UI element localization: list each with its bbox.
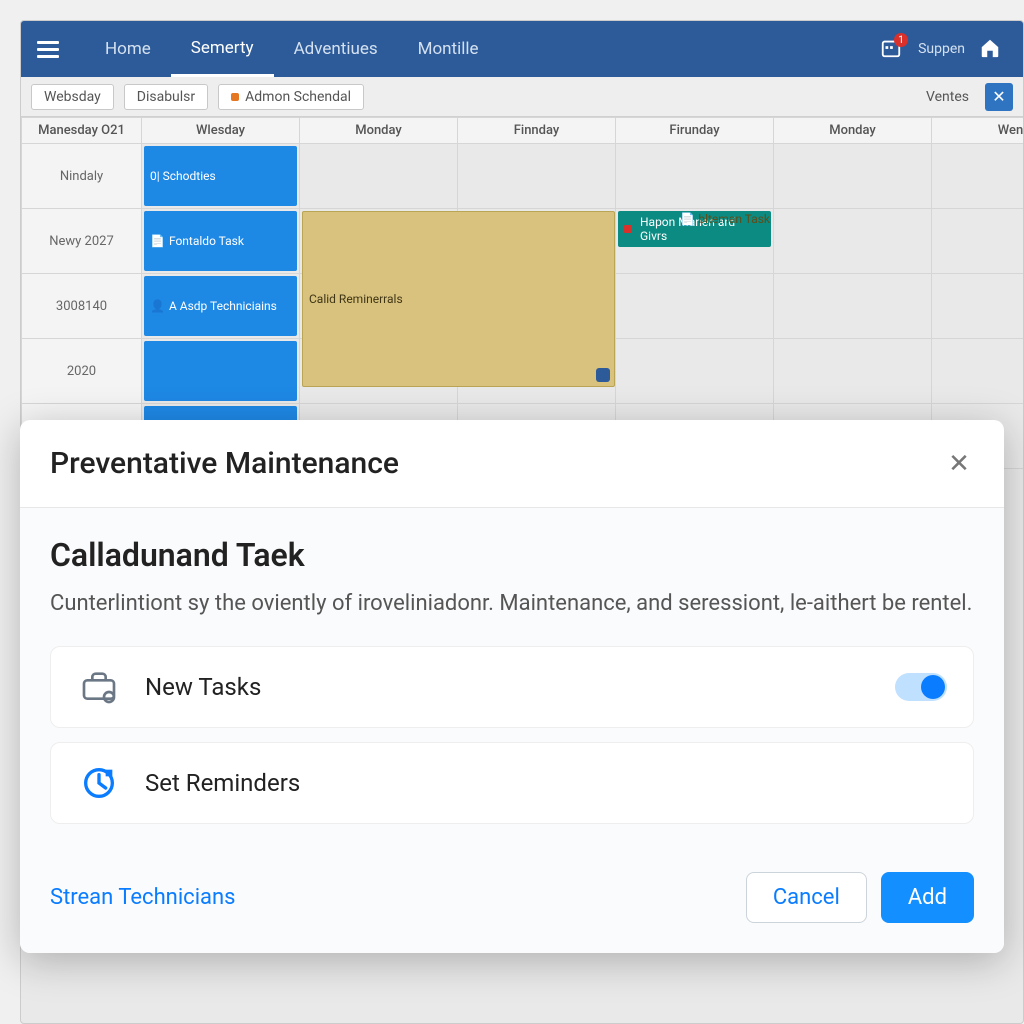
card-label: Set Reminders [145, 769, 947, 797]
home-icon[interactable] [979, 37, 1003, 61]
calendar-cell[interactable] [458, 144, 616, 209]
calendar-cell[interactable] [932, 144, 1024, 209]
tab-montille[interactable]: Montille [398, 21, 499, 77]
topbar-label: Suppen [918, 41, 965, 57]
tab-adventiues[interactable]: Adventiues [274, 21, 398, 77]
calendar-cell[interactable] [300, 144, 458, 209]
card-new-tasks[interactable]: New Tasks [50, 646, 974, 728]
calendar-row: Newy 2027 📄 Fontaldo Task Calid Reminerrals… [22, 209, 1024, 274]
nav-tabs: Home Semerty Adventiues Montille [85, 21, 499, 77]
card-set-reminders[interactable]: Set Reminders [50, 742, 974, 824]
event-text: 0| Schodties [150, 169, 216, 183]
calendar-cell[interactable] [616, 339, 774, 404]
calendar-header: Finnday [458, 118, 616, 144]
calendar-header: Wlesday [142, 118, 300, 144]
new-tasks-toggle[interactable] [895, 673, 947, 701]
event-text: A Asdp Techniciains [169, 299, 277, 313]
topbar: Home Semerty Adventiues Montille 1 Suppe… [21, 21, 1023, 77]
time-label: Nindaly [22, 144, 142, 209]
tab-semerty[interactable]: Semerty [171, 21, 274, 77]
calendar-header: Firunday [616, 118, 774, 144]
tool-disabulsr[interactable]: Disabulsr [124, 84, 208, 110]
time-label: Newy 2027 [22, 209, 142, 274]
event-secondary-text: 📄 blteman Task [680, 212, 770, 226]
calendar-event[interactable]: 👤 A Asdp Techniciains [144, 276, 297, 336]
ventes-label: Ventes [926, 89, 969, 105]
close-panel-button[interactable]: ✕ [985, 83, 1013, 111]
event-icon: 👤 [150, 299, 165, 313]
modal-header: Preventative Maintenance ✕ [20, 420, 1004, 508]
calendar-cell[interactable] [774, 339, 932, 404]
calendar-cell[interactable] [932, 274, 1024, 339]
calendar-header: Manesday O21 [22, 118, 142, 144]
modal-body: Calladunand Taek Cunterlintiont sy the o… [20, 508, 1004, 854]
event-icon: 📄 [150, 234, 165, 248]
calendar-event[interactable]: Calid Reminerrals📄 blteman Task [302, 211, 615, 387]
tool-websday[interactable]: Websday [31, 84, 114, 110]
calendar-row: Nindaly 0| Schodties [22, 144, 1024, 209]
modal-description: Cunterlintiont sy the oviently of irovel… [50, 588, 974, 620]
modal-preventative-maintenance: Preventative Maintenance ✕ Calladunand T… [20, 420, 1004, 953]
modal-subtitle: Calladunand Taek [50, 536, 974, 574]
menu-icon[interactable] [31, 32, 65, 66]
calendar-cell[interactable]: 👤 A Asdp Techniciains [142, 274, 300, 339]
calendar-cell[interactable]: Calid Reminerrals📄 blteman Task [300, 209, 458, 274]
tab-home[interactable]: Home [85, 21, 171, 77]
modal-title: Preventative Maintenance [50, 446, 944, 481]
event-text: Calid Reminerrals [309, 292, 403, 306]
topbar-right: 1 Suppen [880, 37, 1013, 61]
calendar-header: Monday [774, 118, 932, 144]
calendar-event[interactable]: 0| Schodties [144, 146, 297, 206]
toolbar: Websday Disabulsr Admon Schendal Ventes … [21, 77, 1023, 117]
calendar-cell[interactable] [616, 144, 774, 209]
tool-admon-label: Admon Schendal [245, 89, 351, 105]
calendar-grid: Manesday O21 Wlesday Monday Finnday Firu… [21, 117, 1024, 469]
calendar-event[interactable] [144, 341, 297, 401]
calendar-icon[interactable]: 1 [880, 37, 904, 61]
calendar-cell[interactable]: 0| Schodties [142, 144, 300, 209]
reminder-icon [77, 761, 121, 805]
briefcase-icon [77, 665, 121, 709]
calendar-cell[interactable] [932, 339, 1024, 404]
calendar-cell[interactable]: 📄 Fontaldo Task [142, 209, 300, 274]
calendar-cell[interactable] [616, 274, 774, 339]
add-button[interactable]: Add [881, 872, 974, 923]
calendar-event[interactable]: 📄 Fontaldo Task [144, 211, 297, 271]
time-label: 2020 [22, 339, 142, 404]
close-icon[interactable]: ✕ [944, 449, 974, 479]
calendar-cell[interactable] [774, 274, 932, 339]
calendar-cell[interactable] [932, 209, 1024, 274]
modal-footer: Strean Technicians Cancel Add [20, 854, 1004, 953]
calendar-cell[interactable] [774, 144, 932, 209]
cancel-button[interactable]: Cancel [746, 872, 867, 923]
calendar-header: Monday [300, 118, 458, 144]
stream-technicians-link[interactable]: Strean Technicians [50, 885, 746, 910]
calendar-header-row: Manesday O21 Wlesday Monday Finnday Firu… [22, 118, 1024, 144]
tool-admon-schendal[interactable]: Admon Schendal [218, 84, 364, 110]
card-label: New Tasks [145, 673, 871, 701]
time-label: 3008140 [22, 274, 142, 339]
resize-icon[interactable] [596, 368, 610, 382]
notification-badge: 1 [894, 33, 908, 47]
calendar-cell[interactable] [142, 339, 300, 404]
event-text: Fontaldo Task [169, 234, 244, 248]
calendar-cell[interactable] [774, 209, 932, 274]
calendar-header: Wen [932, 118, 1024, 144]
